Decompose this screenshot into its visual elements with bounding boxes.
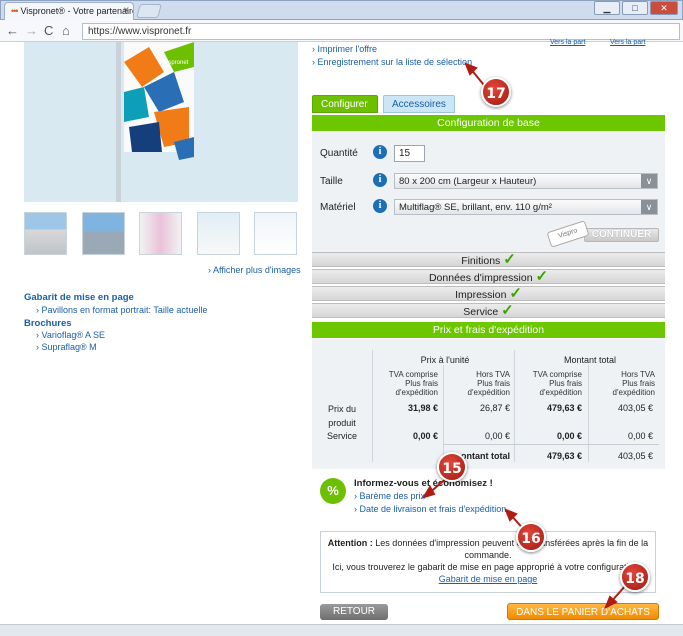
annotation-badge-16: 16 xyxy=(516,522,546,552)
arrow-15-head xyxy=(421,485,436,499)
annotation-badge-17: 17 xyxy=(481,77,511,107)
status-bar xyxy=(0,624,683,636)
annotation-badge-15: 15 xyxy=(437,452,467,482)
annotation-badge-18: 18 xyxy=(620,562,650,592)
annotation-arrows xyxy=(421,62,627,610)
